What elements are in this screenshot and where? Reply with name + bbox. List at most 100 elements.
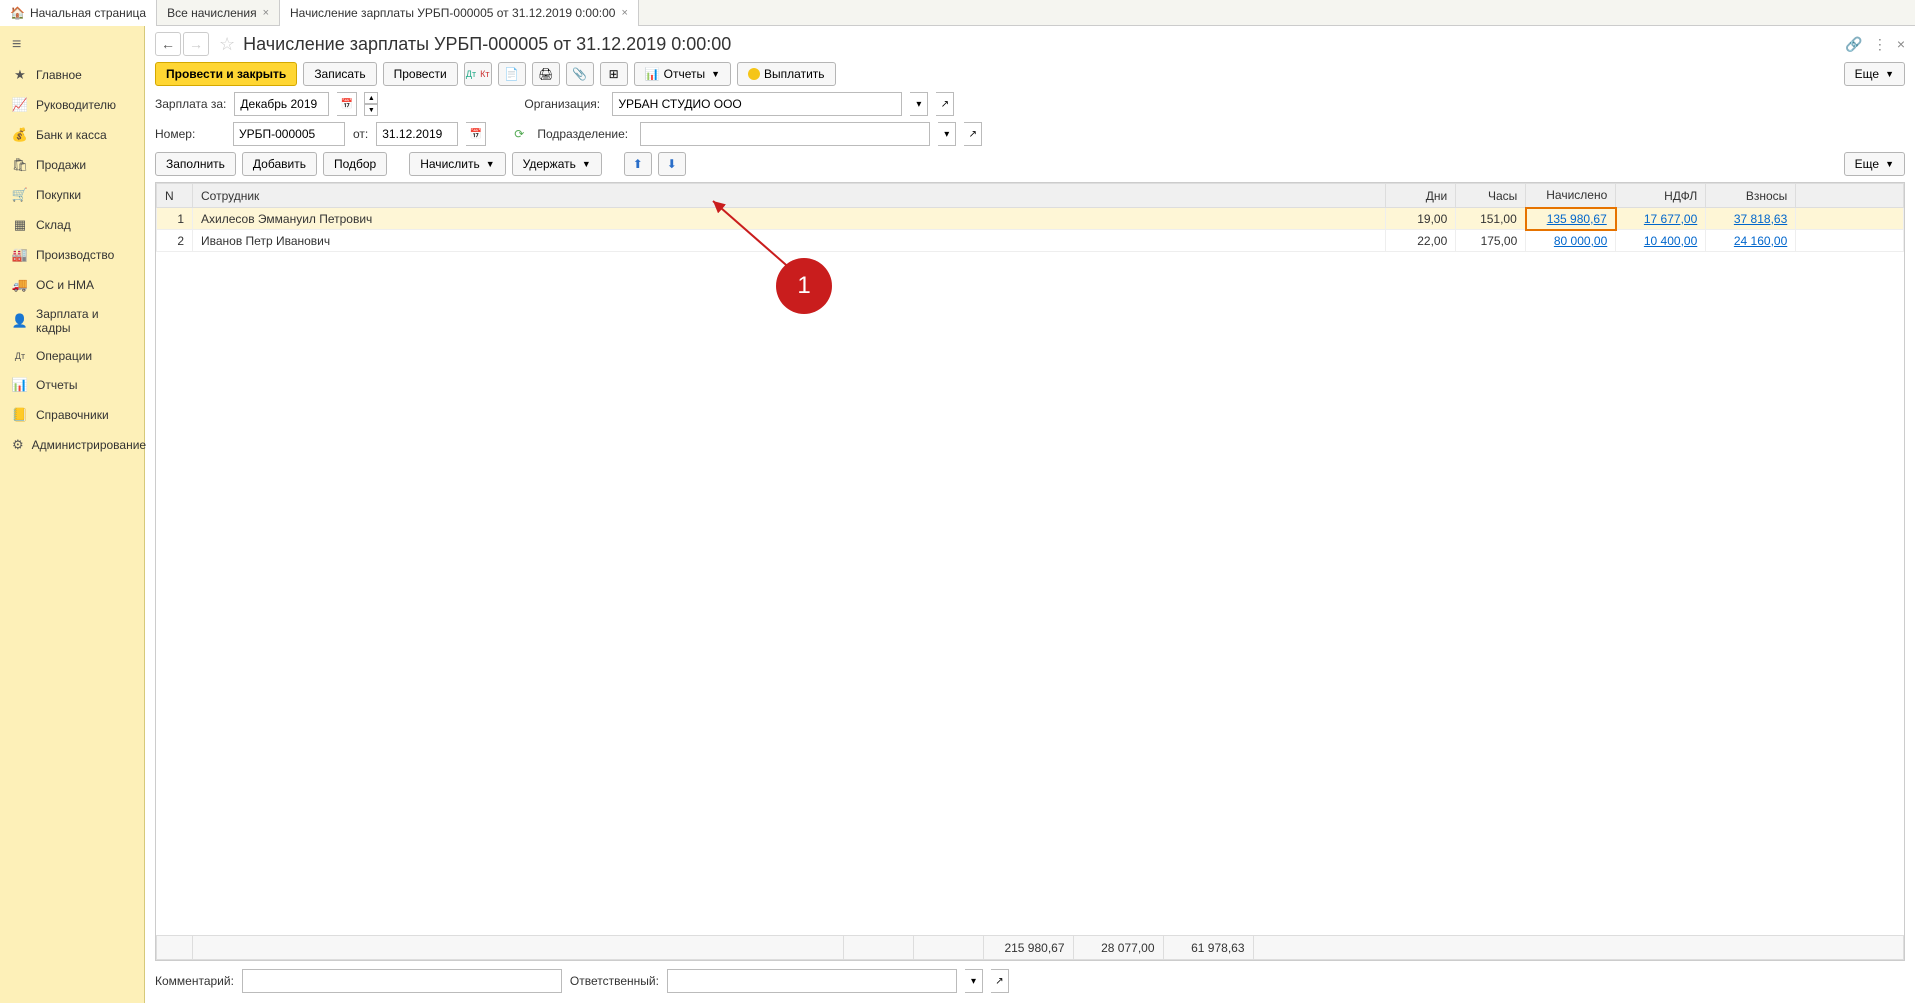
tab-all-accruals[interactable]: Все начисления ×	[157, 0, 280, 26]
more-button[interactable]: Еще▼	[1844, 152, 1905, 176]
post-and-close-button[interactable]: Провести и закрыть	[155, 62, 297, 86]
tab-document[interactable]: Начисление зарплаты УРБП-000005 от 31.12…	[280, 0, 639, 26]
sidebar-item-sales[interactable]: 🛍 Продажи	[0, 150, 144, 180]
dept-input[interactable]	[640, 122, 930, 146]
open-icon[interactable]: ↗	[964, 122, 982, 146]
close-icon[interactable]: ×	[621, 7, 627, 19]
comment-input[interactable]	[242, 969, 562, 993]
move-up-button[interactable]: ⬆	[624, 152, 652, 176]
number-input[interactable]	[233, 122, 345, 146]
fill-button[interactable]: Заполнить	[155, 152, 236, 176]
calendar-icon[interactable]: 📅	[466, 122, 486, 146]
sidebar-item-production[interactable]: 🏭 Производство	[0, 240, 144, 270]
col-days[interactable]: Дни	[1386, 184, 1456, 208]
cell-ndfl[interactable]: 10 400,00	[1616, 230, 1706, 252]
spin-up-icon[interactable]: ▲	[364, 92, 378, 104]
cell-accrued[interactable]: 80 000,00	[1526, 230, 1616, 252]
close-icon[interactable]: ×	[1897, 36, 1905, 52]
bars-icon: 📊	[12, 377, 28, 393]
col-employee[interactable]: Сотрудник	[193, 184, 1386, 208]
open-icon[interactable]: ↗	[991, 969, 1009, 993]
sidebar-item-purchases[interactable]: 🛒 Покупки	[0, 180, 144, 210]
dropdown-icon[interactable]: ▾	[938, 122, 956, 146]
comment-label: Комментарий:	[155, 974, 234, 988]
tab-label: Все начисления	[167, 6, 257, 20]
cell-ndfl[interactable]: 17 677,00	[1616, 208, 1706, 230]
open-icon[interactable]: ↗	[936, 92, 954, 116]
cell-hours: 151,00	[1456, 208, 1526, 230]
col-ndfl[interactable]: НДФЛ	[1616, 184, 1706, 208]
add-button[interactable]: Добавить	[242, 152, 317, 176]
withhold-button[interactable]: Удержать▼	[512, 152, 602, 176]
sidebar: ≡ ★ Главное 📈 Руководителю 💰 Банк и касс…	[0, 26, 145, 1003]
col-hours[interactable]: Часы	[1456, 184, 1526, 208]
annotation-number: 1	[797, 272, 810, 300]
responsible-input[interactable]	[667, 969, 957, 993]
sidebar-item-salary[interactable]: 👤 Зарплата и кадры	[0, 300, 144, 342]
more-button[interactable]: Еще▼	[1844, 62, 1905, 86]
cell-days: 19,00	[1386, 208, 1456, 230]
favorite-icon[interactable]: ☆	[219, 34, 235, 55]
sidebar-item-label: Продажи	[36, 158, 86, 172]
col-n[interactable]: N	[157, 184, 193, 208]
reports-button[interactable]: 📊 Отчеты▼	[634, 62, 731, 86]
grid-icon: ▦	[12, 217, 28, 233]
coin-icon	[748, 68, 760, 80]
pick-button[interactable]: Подбор	[323, 152, 387, 176]
employee-table: N Сотрудник Дни Часы Начислено НДФЛ Взно…	[155, 182, 1905, 961]
nav-back-button[interactable]: ←	[155, 32, 181, 56]
org-input[interactable]	[612, 92, 902, 116]
date-input[interactable]	[376, 122, 458, 146]
chart-icon: 📈	[12, 97, 28, 113]
table-row[interactable]: 2 Иванов Петр Иванович 22,00 175,00 80 0…	[157, 230, 1904, 252]
refresh-icon[interactable]: ⟳	[514, 127, 524, 141]
truck-icon: 🚚	[12, 277, 28, 293]
cell-employee: Ахилесов Эммануил Петрович	[193, 208, 1386, 230]
table-row[interactable]: 1 Ахилесов Эммануил Петрович 19,00 151,0…	[157, 208, 1904, 230]
factory-icon: 🏭	[12, 247, 28, 263]
sidebar-item-reports[interactable]: 📊 Отчеты	[0, 370, 144, 400]
more-icon[interactable]: ⋮	[1873, 36, 1887, 53]
spin-down-icon[interactable]: ▼	[364, 104, 378, 116]
book-icon: 📒	[12, 407, 28, 423]
post-button[interactable]: Провести	[383, 62, 458, 86]
dropdown-icon[interactable]: ▾	[965, 969, 983, 993]
col-accrued[interactable]: Начислено	[1526, 184, 1616, 208]
settings-button[interactable]: ⊞	[600, 62, 628, 86]
nav-forward-button[interactable]: →	[183, 32, 209, 56]
tab-home[interactable]: 🏠 Начальная страница	[0, 0, 157, 26]
cell-n: 1	[157, 208, 193, 230]
cell-contrib[interactable]: 24 160,00	[1706, 230, 1796, 252]
dropdown-icon[interactable]: ▾	[910, 92, 928, 116]
total-ndfl: 28 077,00	[1073, 936, 1163, 960]
sidebar-item-warehouse[interactable]: ▦ Склад	[0, 210, 144, 240]
calendar-icon[interactable]: 📅	[337, 92, 357, 116]
burger-icon[interactable]: ≡	[0, 30, 144, 60]
attach-button[interactable]: 📎	[566, 62, 594, 86]
responsible-label: Ответственный:	[570, 974, 659, 988]
sidebar-item-main[interactable]: ★ Главное	[0, 60, 144, 90]
cell-accrued[interactable]: 135 980,67	[1526, 208, 1616, 230]
accrue-button[interactable]: Начислить▼	[409, 152, 505, 176]
dt-kt-button[interactable]: ДтКт	[464, 62, 492, 86]
pay-button[interactable]: Выплатить	[737, 62, 836, 86]
page-title: Начисление зарплаты УРБП-000005 от 31.12…	[243, 34, 1845, 55]
sidebar-item-admin[interactable]: ⚙ Администрирование	[0, 430, 144, 460]
sidebar-item-assets[interactable]: 🚚 ОС и НМА	[0, 270, 144, 300]
sidebar-item-manager[interactable]: 📈 Руководителю	[0, 90, 144, 120]
salary-for-input[interactable]	[234, 92, 329, 116]
org-label: Организация:	[524, 97, 604, 111]
close-icon[interactable]: ×	[263, 7, 269, 19]
print-button[interactable]: 🖨	[532, 62, 560, 86]
link-icon[interactable]: 🔗	[1845, 36, 1862, 53]
cell-n: 2	[157, 230, 193, 252]
bag-icon: 🛍	[12, 157, 28, 173]
col-contrib[interactable]: Взносы	[1706, 184, 1796, 208]
sidebar-item-operations[interactable]: Дт Операции	[0, 342, 144, 370]
doc-button[interactable]: 📄	[498, 62, 526, 86]
sidebar-item-bank[interactable]: 💰 Банк и касса	[0, 120, 144, 150]
save-button[interactable]: Записать	[303, 62, 376, 86]
move-down-button[interactable]: ⬇	[658, 152, 686, 176]
cell-contrib[interactable]: 37 818,63	[1706, 208, 1796, 230]
sidebar-item-catalogs[interactable]: 📒 Справочники	[0, 400, 144, 430]
